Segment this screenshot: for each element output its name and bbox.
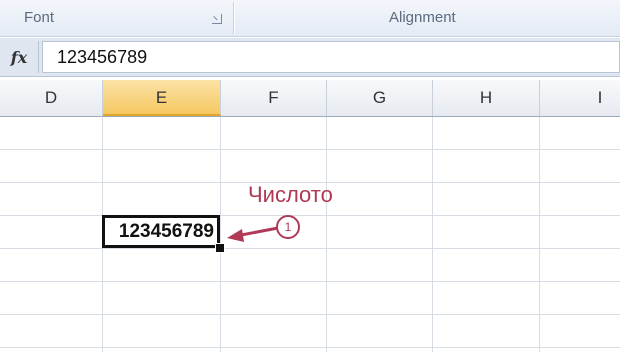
active-cell-e[interactable]: 123456789 — [102, 215, 220, 248]
column-header-i[interactable]: I — [540, 80, 620, 116]
annotation-label: Числото — [248, 182, 333, 207]
formula-bar: fx 123456789 — [0, 38, 620, 77]
grid-line — [432, 117, 433, 352]
column-headers: D E F G H I — [0, 80, 620, 117]
ribbon-group-font-label: Font — [24, 9, 55, 26]
grid-line — [539, 117, 540, 352]
formula-input[interactable]: 123456789 — [42, 41, 620, 73]
grid-line — [220, 117, 221, 352]
dialog-launcher-icon[interactable] — [212, 14, 222, 24]
ribbon-separator — [233, 2, 234, 34]
fill-handle[interactable] — [215, 243, 225, 253]
cell-grid[interactable] — [0, 117, 620, 352]
annotation-badge: 1 — [276, 215, 300, 239]
column-header-g[interactable]: G — [327, 80, 433, 116]
insert-function-button[interactable]: fx — [0, 41, 39, 73]
ribbon-group-alignment-label: Alignment — [389, 9, 456, 26]
column-header-h[interactable]: H — [433, 80, 540, 116]
column-header-d[interactable]: D — [0, 80, 103, 116]
grid-line — [326, 117, 327, 352]
column-header-e[interactable]: E — [103, 80, 221, 116]
ribbon-group-strip: Font Alignment — [0, 0, 620, 37]
fx-icon: fx — [10, 47, 28, 67]
column-header-f[interactable]: F — [221, 80, 327, 116]
